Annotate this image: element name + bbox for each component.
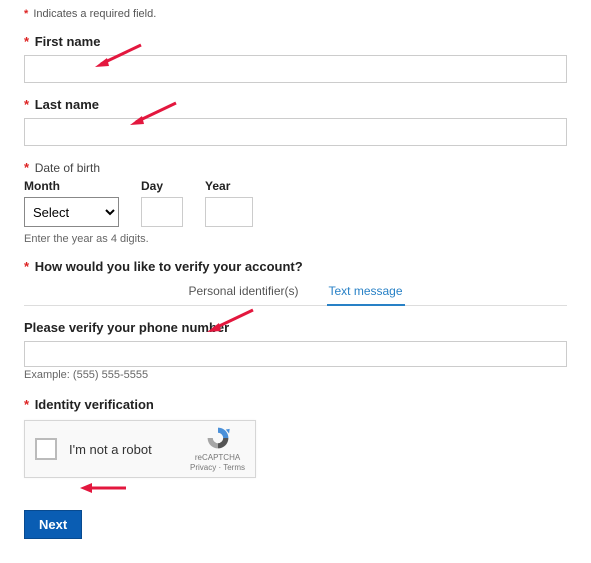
identity-field: * Identity verification I'm not a robot …: [24, 397, 567, 478]
dob-month-select[interactable]: Select: [24, 197, 119, 227]
dob-label-text: Date of birth: [35, 161, 100, 175]
first-name-input[interactable]: [24, 55, 567, 83]
annotation-arrow-icon: [78, 480, 128, 496]
required-note-text: Indicates a required field.: [33, 8, 156, 20]
recaptcha-checkbox[interactable]: [35, 438, 57, 460]
phone-label: Please verify your phone number: [24, 320, 567, 335]
verify-method-label-text: How would you like to verify your accoun…: [35, 259, 303, 274]
tab-text-message[interactable]: Text message: [327, 280, 405, 306]
dob-field: * Date of birth Month Select Day Year En…: [24, 160, 567, 245]
last-name-label-text: Last name: [35, 97, 99, 112]
required-star-icon: *: [24, 160, 29, 175]
recaptcha-links[interactable]: Privacy · Terms: [190, 463, 245, 473]
last-name-input[interactable]: [24, 118, 567, 146]
identity-label-text: Identity verification: [35, 397, 154, 412]
required-star-icon: *: [24, 34, 29, 49]
required-note: * Indicates a required field.: [24, 8, 567, 20]
next-button[interactable]: Next: [24, 510, 82, 539]
last-name-field: * Last name: [24, 97, 567, 146]
recaptcha-widget: I'm not a robot reCAPTCHA Privacy · Term…: [24, 420, 256, 478]
first-name-label: * First name: [24, 34, 567, 49]
required-star-icon: *: [24, 97, 29, 112]
first-name-label-text: First name: [35, 34, 101, 49]
required-star-icon: *: [24, 397, 29, 412]
dob-row: Month Select Day Year: [24, 179, 567, 227]
verify-method-field: * How would you like to verify your acco…: [24, 259, 567, 306]
dob-year-input[interactable]: [205, 197, 253, 227]
required-star-icon: *: [24, 8, 28, 20]
dob-year-col: Year: [205, 179, 253, 227]
verify-tabs: Personal identifier(s) Text message: [24, 280, 567, 306]
phone-example: Example: (555) 555-5555: [24, 369, 567, 381]
dob-month-col: Month Select: [24, 179, 119, 227]
tab-personal-identifiers[interactable]: Personal identifier(s): [186, 280, 300, 302]
required-star-icon: *: [24, 259, 29, 274]
verify-method-label: * How would you like to verify your acco…: [24, 259, 567, 274]
dob-day-label: Day: [141, 179, 183, 193]
recaptcha-brand-text: reCAPTCHA: [195, 453, 240, 463]
dob-hint: Enter the year as 4 digits.: [24, 233, 567, 245]
dob-label: * Date of birth: [24, 160, 567, 175]
identity-label: * Identity verification: [24, 397, 567, 412]
dob-year-label: Year: [205, 179, 253, 193]
dob-day-col: Day: [141, 179, 183, 227]
recaptcha-text: I'm not a robot: [69, 442, 190, 457]
recaptcha-branding: reCAPTCHA Privacy · Terms: [190, 425, 245, 472]
phone-input[interactable]: [24, 341, 567, 367]
first-name-field: * First name: [24, 34, 567, 83]
dob-month-label: Month: [24, 179, 119, 193]
dob-day-input[interactable]: [141, 197, 183, 227]
last-name-label: * Last name: [24, 97, 567, 112]
phone-field: Please verify your phone number Example:…: [24, 320, 567, 381]
recaptcha-logo-icon: [205, 425, 231, 451]
